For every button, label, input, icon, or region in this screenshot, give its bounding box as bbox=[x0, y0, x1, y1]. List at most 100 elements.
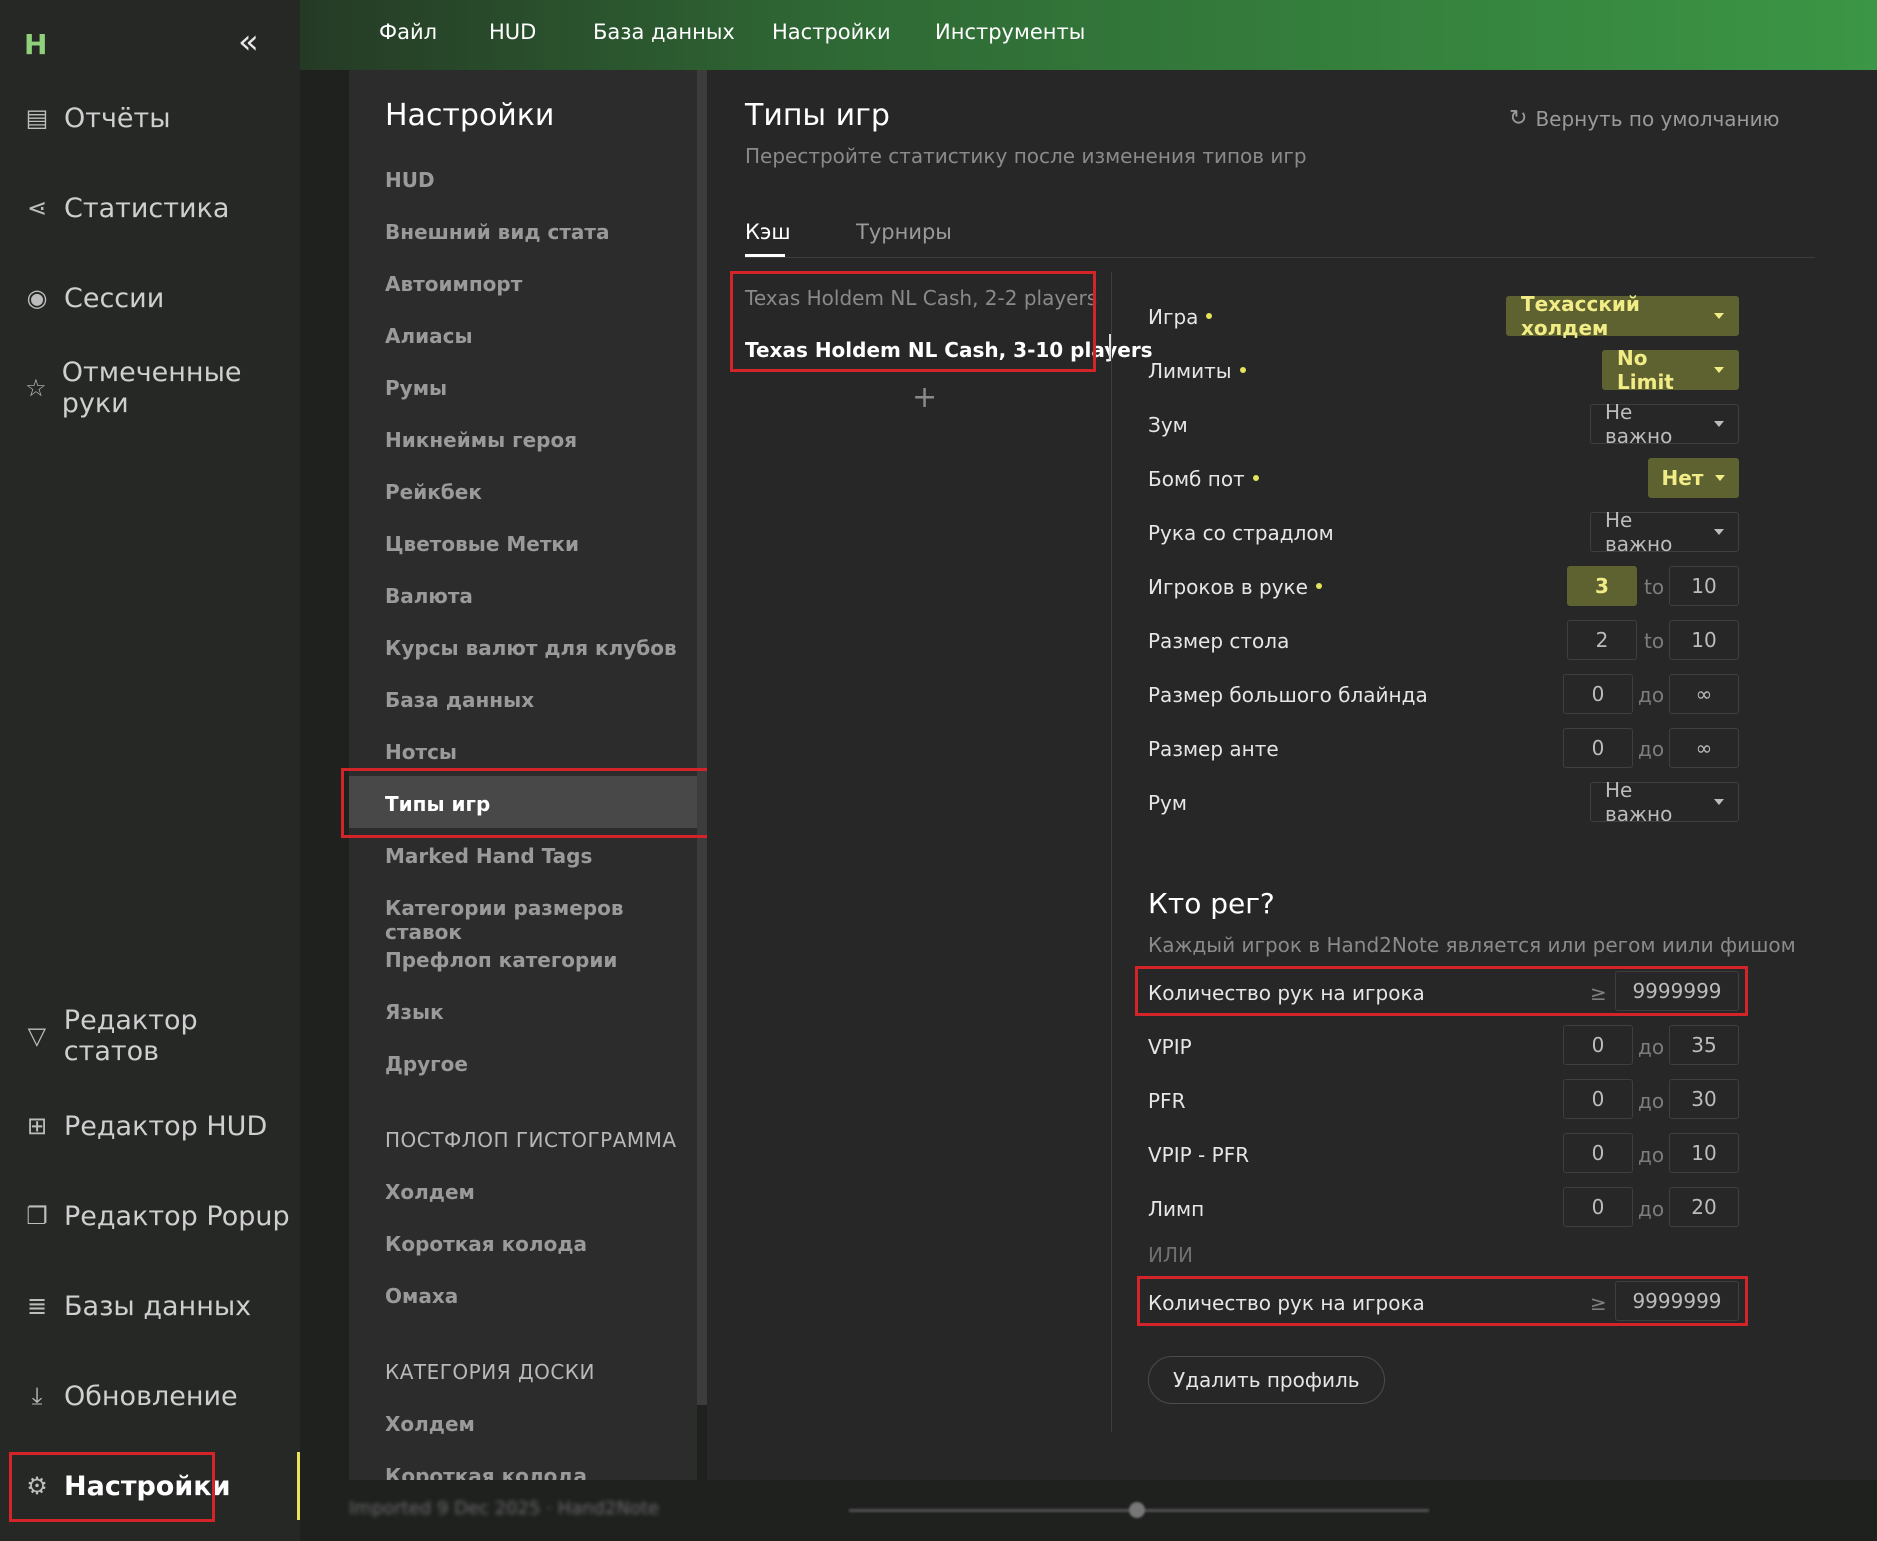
vpip-pfr-from-input[interactable]: 0 bbox=[1563, 1133, 1633, 1173]
settings-item-stat-appearance[interactable]: Внешний вид стата bbox=[385, 220, 610, 244]
settings-item-hud[interactable]: HUD bbox=[385, 168, 435, 192]
players-label: Игроков в руке bbox=[1148, 575, 1322, 599]
settings-item-board-short-deck[interactable]: Короткая колода bbox=[385, 1464, 587, 1480]
big-blind-to-input[interactable]: ∞ bbox=[1669, 674, 1739, 714]
settings-item-rooms[interactable]: Румы bbox=[385, 376, 447, 400]
chevron-down-icon bbox=[1715, 475, 1726, 481]
pfr-from-input[interactable]: 0 bbox=[1563, 1079, 1633, 1119]
vpip-pfr-to-input[interactable]: 10 bbox=[1669, 1133, 1739, 1173]
settings-item-hero-nicknames[interactable]: Никнеймы героя bbox=[385, 428, 577, 452]
settings-item-aliases[interactable]: Алиасы bbox=[385, 324, 473, 348]
settings-item-postflop-short-deck[interactable]: Короткая колода bbox=[385, 1232, 587, 1256]
tab-tournaments[interactable]: Турниры bbox=[856, 220, 952, 244]
sidebar-item-stat-editor[interactable]: ▽ Редактор статов bbox=[20, 1005, 300, 1067]
settings-item-notes[interactable]: Нотсы bbox=[385, 740, 457, 764]
app-logo: Н bbox=[24, 28, 48, 61]
vpip-label: VPIP bbox=[1148, 1035, 1192, 1059]
sidebar-item-hud-editor[interactable]: ⊞ Редактор HUD bbox=[20, 1096, 267, 1156]
settings-item-preflop-categories[interactable]: Префлоп категории bbox=[385, 948, 617, 972]
limits-select[interactable]: No Limit bbox=[1602, 346, 1739, 394]
settings-item-color-markers[interactable]: Цветовые Метки bbox=[385, 532, 579, 556]
settings-item-database[interactable]: База данных bbox=[385, 688, 534, 712]
add-profile-icon[interactable]: + bbox=[912, 380, 937, 415]
sidebar-item-marked-hands[interactable]: ☆ Отмеченные руки bbox=[20, 357, 300, 419]
range-separator: to bbox=[1644, 629, 1665, 653]
share-icon: ⋖ bbox=[26, 194, 48, 222]
page-title: Типы игр bbox=[745, 98, 890, 133]
vpip-to-input[interactable]: 35 bbox=[1669, 1025, 1739, 1065]
modified-dot bbox=[1252, 475, 1259, 481]
menu-database[interactable]: База данных bbox=[593, 20, 735, 44]
or-label: ИЛИ bbox=[1148, 1243, 1193, 1267]
sidebar-item-statistics[interactable]: ⋖ Статистика bbox=[20, 178, 229, 238]
chevron-down-icon bbox=[1714, 421, 1724, 427]
vpip-from-input[interactable]: 0 bbox=[1563, 1025, 1633, 1065]
table-size-from-input[interactable]: 2 bbox=[1567, 620, 1637, 660]
sidebar-item-databases[interactable]: ≣ Базы данных bbox=[20, 1276, 251, 1336]
bomb-pot-select[interactable]: Нет bbox=[1648, 458, 1739, 498]
straddle-select[interactable]: Не важно bbox=[1590, 508, 1739, 556]
table-size-to-input[interactable]: 10 bbox=[1669, 620, 1739, 660]
room-select[interactable]: Не важно bbox=[1590, 778, 1739, 826]
settings-item-other[interactable]: Другое bbox=[385, 1052, 468, 1076]
sidebar-item-label: Базы данных bbox=[64, 1290, 252, 1322]
active-tab-indicator bbox=[745, 254, 785, 257]
menu-tools[interactable]: Инструменты bbox=[935, 20, 1085, 44]
range-separator: до bbox=[1638, 1143, 1665, 1167]
players-to-input[interactable]: 10 bbox=[1669, 566, 1739, 606]
table-size-label: Размер стола bbox=[1148, 629, 1290, 653]
sidebar-item-label: Сессии bbox=[64, 282, 165, 314]
reset-defaults-button[interactable]: ↻ Вернуть по умолчанию bbox=[1509, 106, 1779, 131]
menu-settings[interactable]: Настройки bbox=[772, 20, 891, 44]
big-blind-from-input[interactable]: 0 bbox=[1563, 674, 1633, 714]
sidebar-item-reports[interactable]: ▤ Отчёты bbox=[20, 88, 171, 148]
pfr-label: PFR bbox=[1148, 1089, 1186, 1113]
limp-to-input[interactable]: 20 bbox=[1669, 1187, 1739, 1227]
settings-item-language[interactable]: Язык bbox=[385, 1000, 444, 1024]
annotation-box bbox=[1137, 1276, 1748, 1326]
zoom-select[interactable]: Не важно bbox=[1590, 400, 1739, 448]
status-text: Imported 9 Dec 2025 · Hand2Note bbox=[349, 1498, 660, 1519]
sidebar-item-popup-editor[interactable]: ❐ Редактор Popup bbox=[20, 1186, 289, 1246]
tab-cash[interactable]: Кэш bbox=[745, 220, 791, 244]
settings-item-rakeback[interactable]: Рейкбек bbox=[385, 480, 482, 504]
game-select[interactable]: Техасский холдем bbox=[1506, 292, 1739, 340]
annotation-box bbox=[9, 1452, 215, 1522]
modified-dot bbox=[1206, 313, 1213, 319]
settings-item-postflop-omaha[interactable]: Омаха bbox=[385, 1284, 458, 1308]
range-separator: до bbox=[1638, 737, 1665, 761]
players-from-input[interactable]: 3 bbox=[1567, 566, 1637, 606]
limits-label: Лимиты bbox=[1148, 359, 1246, 383]
range-separator: до bbox=[1638, 683, 1665, 707]
settings-item-club-rates[interactable]: Курсы валют для клубов bbox=[385, 636, 677, 660]
settings-item-marked-hand-tags[interactable]: Marked Hand Tags bbox=[385, 844, 592, 868]
collapse-sidebar-icon[interactable]: « bbox=[238, 22, 259, 62]
menu-file[interactable]: Файл bbox=[379, 20, 437, 44]
settings-item-autoimport[interactable]: Автоимпорт bbox=[385, 272, 522, 296]
sidebar-item-update[interactable]: ⤓ Обновление bbox=[20, 1366, 238, 1426]
range-separator: to bbox=[1644, 575, 1665, 599]
settings-item-bet-size-categories[interactable]: Категории размеров ставок bbox=[385, 896, 697, 944]
pfr-to-input[interactable]: 30 bbox=[1669, 1079, 1739, 1119]
big-blind-label: Размер большого блайнда bbox=[1148, 683, 1428, 707]
ante-from-input[interactable]: 0 bbox=[1563, 728, 1633, 768]
modified-dot bbox=[1239, 367, 1246, 373]
sidebar-item-sessions[interactable]: ◉ Сессии bbox=[20, 268, 165, 328]
status-slider-knob[interactable] bbox=[1129, 1502, 1145, 1518]
ante-to-input[interactable]: ∞ bbox=[1669, 728, 1739, 768]
range-separator: до bbox=[1638, 1035, 1665, 1059]
panel-divider bbox=[1111, 272, 1112, 1432]
annotation-box bbox=[1135, 966, 1748, 1016]
settings-scrollbar[interactable] bbox=[697, 70, 707, 1405]
download-icon: ⤓ bbox=[31, 1382, 43, 1410]
settings-section-board: КАТЕГОРИЯ ДОСКИ bbox=[385, 1360, 595, 1384]
delete-profile-button[interactable]: Удалить профиль bbox=[1148, 1356, 1385, 1404]
menu-hud[interactable]: HUD bbox=[489, 20, 536, 44]
sidebar-item-label: Отчёты bbox=[64, 102, 171, 134]
settings-item-currency[interactable]: Валюта bbox=[385, 584, 473, 608]
reg-section-subtitle: Каждый игрок в Hand2Note является или ре… bbox=[1148, 933, 1796, 957]
settings-item-postflop-holdem[interactable]: Холдем bbox=[385, 1180, 475, 1204]
reg-section-title: Кто рег? bbox=[1148, 887, 1275, 920]
settings-item-board-holdem[interactable]: Холдем bbox=[385, 1412, 475, 1436]
limp-from-input[interactable]: 0 bbox=[1563, 1187, 1633, 1227]
